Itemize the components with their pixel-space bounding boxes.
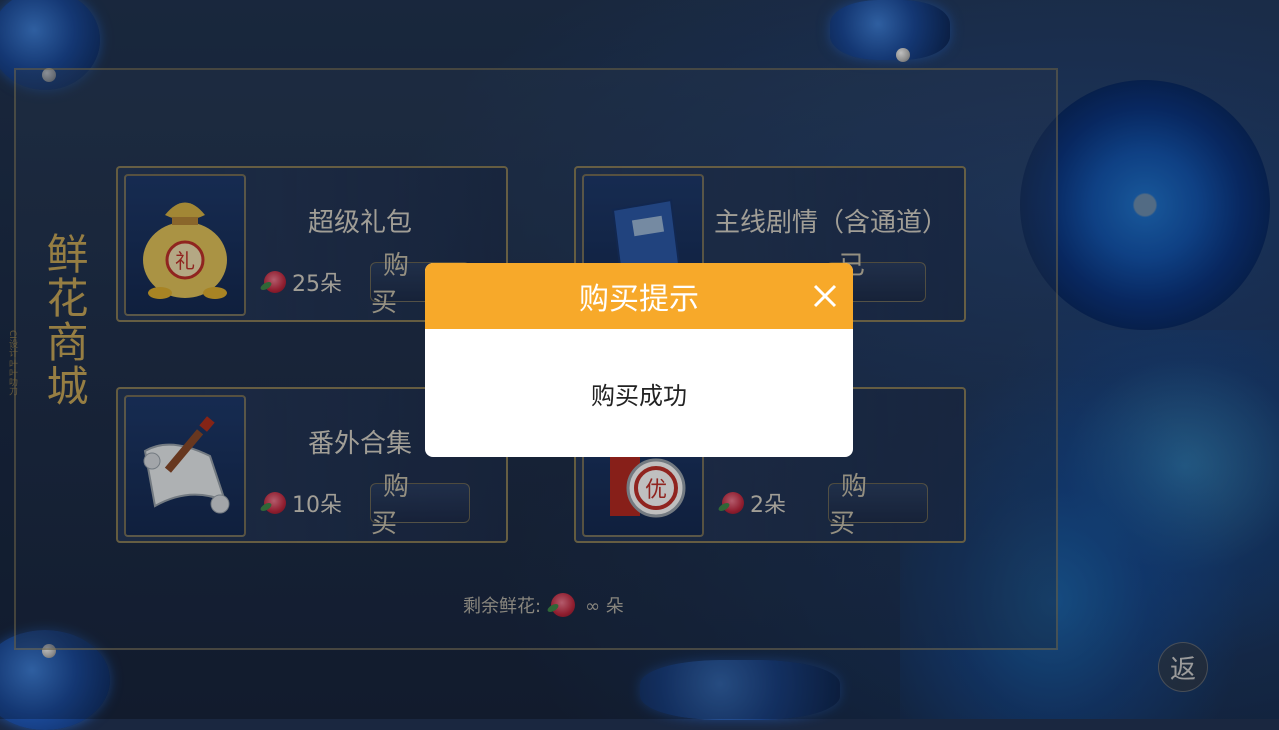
close-icon[interactable] <box>807 278 843 314</box>
purchase-dialog: 购买提示 购买成功 <box>425 263 853 457</box>
dialog-title: 购买提示 <box>579 282 699 317</box>
dialog-header: 购买提示 <box>425 263 853 329</box>
dialog-message: 购买成功 <box>591 381 687 410</box>
